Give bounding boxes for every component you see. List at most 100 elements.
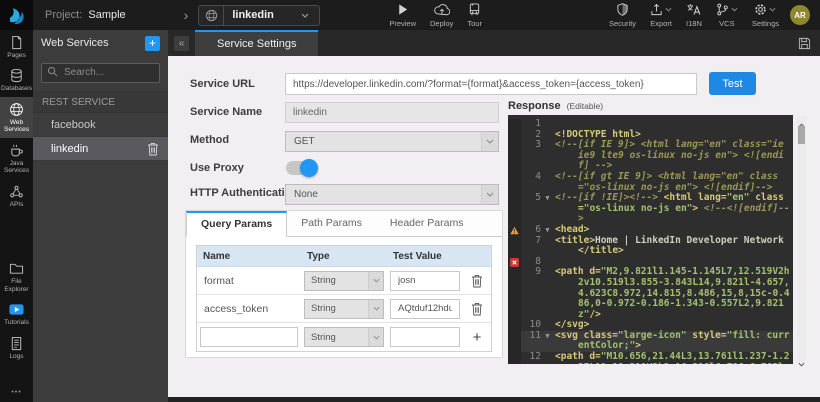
- sidebar-item-label: Java Services: [1, 160, 32, 175]
- service-list: facebook linkedin: [33, 113, 168, 161]
- fold-gutter: [543, 267, 552, 320]
- code-text[interactable]: <!--[if IE 9]> <html lang="en" class="ie…: [552, 140, 793, 172]
- user-avatar[interactable]: AR: [790, 5, 810, 25]
- param-type-select[interactable]: String: [304, 271, 384, 291]
- response-code-editor[interactable]: 12<!DOCTYPE html>3<!--[if IE 9]> <html l…: [508, 115, 793, 364]
- http-authentication-select[interactable]: None: [285, 184, 499, 205]
- export-button[interactable]: Export: [643, 1, 679, 29]
- tab-header-params[interactable]: Header Params: [376, 211, 478, 236]
- use-proxy-toggle[interactable]: [286, 161, 316, 175]
- sidebar-item-file-explorer[interactable]: File Explorer: [0, 256, 33, 297]
- param-test-value-input[interactable]: [390, 327, 460, 347]
- scrollbar-thumb[interactable]: [798, 126, 805, 144]
- service-item-facebook[interactable]: facebook: [33, 113, 168, 137]
- fold-arrow-icon[interactable]: ▼: [543, 331, 552, 352]
- gutter-annotation: [508, 352, 521, 364]
- service-url-input[interactable]: [285, 73, 697, 95]
- save-button[interactable]: [798, 37, 811, 50]
- rail-group-primary: Pages Databases Web Services Java Services A…: [0, 30, 33, 212]
- fold-arrow-icon[interactable]: ▼: [543, 193, 552, 225]
- project-breadcrumb: Project: Sample: [45, 9, 126, 21]
- sidebar-item-label: Logs: [9, 353, 23, 360]
- code-text[interactable]: <title>Home | LinkedIn Developer Network…: [552, 236, 793, 257]
- response-editable-badge: (Editable): [567, 101, 603, 111]
- tab-service-settings[interactable]: Service Settings: [195, 30, 318, 56]
- editor-scrollbar[interactable]: [797, 116, 806, 363]
- param-test-value-input[interactable]: [390, 299, 460, 319]
- param-row: access_tokenString: [197, 295, 491, 323]
- vcs-icon: [716, 3, 729, 16]
- delete-param-button[interactable]: [471, 301, 484, 316]
- toolbar-button-label: Settings: [752, 19, 779, 28]
- tabbar: « Service Settings: [168, 30, 820, 56]
- code-text[interactable]: <path d="M10.656,21.44L3,13.761l1.237-1.…: [552, 352, 793, 364]
- param-type-select[interactable]: String: [304, 327, 384, 347]
- delete-service-button[interactable]: [147, 142, 160, 156]
- tab-path-params[interactable]: Path Params: [287, 211, 376, 236]
- toggle-knob: [300, 159, 318, 177]
- toolbar-button-label: I18N: [686, 19, 702, 28]
- delete-param-button[interactable]: [471, 273, 484, 288]
- code-text[interactable]: <!--[if gt IE 9]> <html lang="en" class=…: [552, 172, 793, 193]
- project-name: Sample: [88, 9, 125, 21]
- app-logo[interactable]: [0, 0, 33, 30]
- service-selector-dropdown[interactable]: linkedin: [198, 5, 320, 26]
- tab-query-params[interactable]: Query Params: [186, 211, 287, 237]
- i18n-icon: [686, 3, 701, 16]
- sidebar-item-label: Databases: [1, 85, 32, 92]
- settings-icon: [754, 3, 767, 16]
- service-selector-value: linkedin: [224, 9, 301, 21]
- gutter-annotation: [508, 320, 521, 331]
- fold-gutter: [543, 140, 552, 172]
- use-proxy-label: Use Proxy: [190, 162, 244, 174]
- search-input[interactable]: [41, 63, 160, 83]
- add-param-button[interactable]: +: [473, 330, 482, 345]
- http-authentication-label: HTTP Authentication: [190, 187, 298, 199]
- security-button[interactable]: Security: [602, 1, 643, 29]
- sidebar-item-label: Tutorials: [4, 319, 29, 326]
- service-item-linkedin[interactable]: linkedin: [33, 137, 168, 161]
- param-type-select[interactable]: String: [304, 299, 384, 319]
- settings-button[interactable]: Settings: [745, 1, 786, 29]
- code-text[interactable]: <path d="M2,9.821l1.145-1.145L7,12.519V2…: [552, 267, 793, 320]
- sidebar-item-web-services[interactable]: Web Services: [0, 97, 33, 138]
- deploy-button[interactable]: Deploy: [423, 1, 460, 29]
- gutter-annotation: [508, 267, 521, 320]
- param-test-value-input[interactable]: [390, 271, 460, 291]
- scrollbar-track[interactable]: [797, 124, 806, 355]
- code-text[interactable]: <svg class="large-icon" style="fill: cur…: [552, 331, 793, 352]
- i18n-button[interactable]: I18N: [679, 1, 709, 29]
- sidebar-item-databases[interactable]: Databases: [0, 63, 33, 96]
- rail-overflow-button[interactable]: •••: [0, 383, 33, 402]
- sidebar-item-tutorials[interactable]: Tutorials: [0, 297, 33, 330]
- param-name-input[interactable]: [200, 327, 298, 347]
- scroll-up-icon[interactable]: [798, 116, 805, 124]
- globe-icon: [199, 6, 224, 25]
- response-header: Response (Editable): [508, 100, 603, 112]
- apis-icon: [9, 184, 24, 199]
- test-button[interactable]: Test: [709, 72, 756, 95]
- sidebar-item-logs[interactable]: Logs: [0, 331, 33, 364]
- method-select[interactable]: GET: [285, 131, 499, 152]
- code-text[interactable]: <!--[if !IE]><!--> <html lang="en" class…: [552, 193, 793, 225]
- code-line: 7<title>Home | LinkedIn Developer Networ…: [508, 236, 793, 257]
- tour-button[interactable]: Tour: [460, 1, 489, 29]
- fold-arrow-icon[interactable]: ▼: [543, 225, 552, 236]
- service-name-input[interactable]: [285, 102, 499, 123]
- method-label: Method: [190, 134, 229, 146]
- scroll-down-icon[interactable]: [798, 355, 805, 363]
- line-number: 1: [521, 119, 543, 130]
- sidebar-item-java-services[interactable]: Java Services: [0, 138, 33, 179]
- service-item-label: linkedin: [51, 143, 88, 155]
- method-select-value: GET: [286, 136, 481, 147]
- collapse-panel-button[interactable]: «: [174, 36, 189, 51]
- preview-button[interactable]: Preview: [382, 1, 423, 29]
- gutter-annotation: [508, 193, 521, 225]
- code-line: 11▼<svg class="large-icon" style="fill: …: [508, 331, 793, 352]
- sidebar-item-apis[interactable]: APIs: [0, 179, 33, 212]
- toolbar-button-label: Deploy: [430, 19, 453, 28]
- sidebar-item-pages[interactable]: Pages: [0, 30, 33, 63]
- add-service-button[interactable]: +: [145, 36, 160, 51]
- vcs-button[interactable]: VCS: [709, 1, 745, 29]
- param-type-value: String: [305, 332, 368, 343]
